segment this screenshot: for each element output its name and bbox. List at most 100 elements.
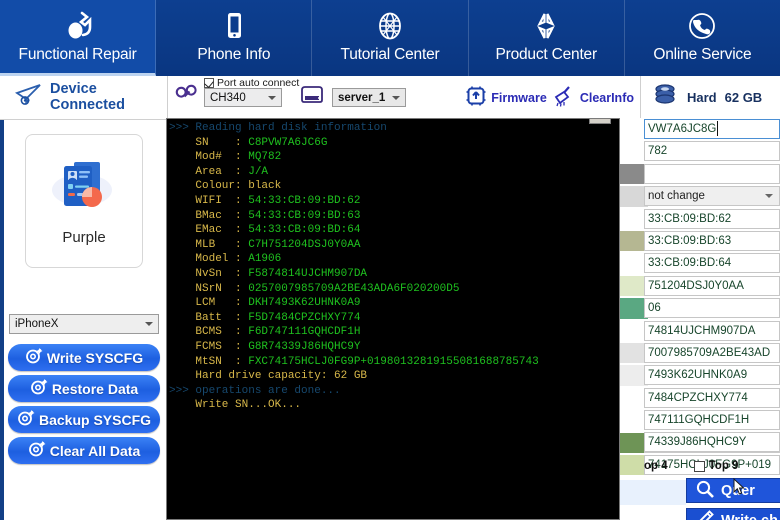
port-select-wrap[interactable]: CH340	[204, 88, 282, 108]
field-row	[644, 230, 780, 252]
console-line: Batt : F5D7484CPZCHXY774	[169, 311, 361, 324]
wrench-hand-icon	[63, 8, 93, 44]
firmware-button[interactable]: Firmware	[464, 84, 547, 111]
field-input[interactable]	[644, 119, 780, 139]
write-check-button-label: Write ch	[721, 513, 778, 520]
field-input[interactable]	[644, 365, 780, 386]
broom-icon	[551, 84, 577, 111]
field-row	[644, 387, 780, 409]
write-syscfg-button[interactable]: Write SYSCFG	[8, 344, 160, 371]
button-label: Backup SYSCFG	[38, 411, 152, 428]
tab-functional-repair[interactable]: Functional Repair	[0, 0, 157, 76]
toolbar-actions: Firmware ClearInfo	[464, 84, 640, 111]
field-row	[644, 118, 780, 140]
console-log: >>> Reading hard disk information SN : C…	[169, 121, 617, 517]
hard-disk-info: Hard 62 GB	[640, 75, 780, 120]
model-select[interactable]: iPhoneX	[9, 314, 159, 334]
console-line: Hard drive capacity: 62 GB	[169, 370, 368, 383]
globe-grid-icon	[374, 8, 406, 44]
id-card-chart-icon	[48, 156, 120, 223]
field-input[interactable]	[644, 410, 780, 431]
target-sparkle-icon	[28, 440, 46, 461]
tab-label: Phone Info	[197, 46, 271, 63]
server-drive-icon	[296, 82, 330, 113]
tab-tutorial-center[interactable]: Tutorial Center	[312, 0, 469, 76]
target-sparkle-icon	[17, 409, 35, 430]
field-row	[644, 409, 780, 431]
field-input[interactable]	[644, 253, 780, 274]
smartphone-icon	[219, 8, 249, 44]
left-sidebar: Purple iPhoneX Write SYSCFG Restore Data…	[0, 120, 168, 520]
port-controls: Port auto connect CH340 server_1	[168, 76, 464, 120]
backup-syscfg-button[interactable]: Backup SYSCFG	[8, 406, 160, 433]
write-check-button[interactable]: Write ch	[686, 508, 780, 520]
clearinfo-button[interactable]: ClearInfo	[551, 84, 634, 111]
console-line: NvSn : F5874814UJCHM907DA	[169, 267, 368, 280]
field-input[interactable]	[644, 432, 780, 453]
checkbox-icon[interactable]	[693, 460, 705, 472]
field-select[interactable]: not change	[644, 186, 780, 207]
tab-online-service[interactable]: Online Service	[625, 0, 780, 76]
console-line: NSrN : 0257007985709A2BE43ADA6F020200D5	[169, 282, 460, 295]
server-select[interactable]: server_1	[332, 88, 406, 108]
tab-label: Tutorial Center	[340, 46, 440, 63]
tab-label: Product Center	[495, 46, 597, 63]
row-highlight	[620, 480, 686, 505]
model-select-wrap[interactable]: iPhoneX	[9, 314, 159, 334]
console-line: BCMS : F6D747111GQHCDF1H	[169, 326, 361, 339]
hard-capacity: 62 GB	[724, 90, 763, 105]
field-input[interactable]	[644, 163, 780, 184]
firmware-label: Firmware	[491, 90, 547, 105]
field-input[interactable]	[644, 298, 780, 319]
console-line: MLB : C7H751204DSJ0Y0AA	[169, 238, 361, 251]
console-line: >>> operations are done...	[169, 384, 341, 397]
field-input[interactable]	[644, 208, 780, 229]
pencil-icon	[695, 509, 715, 520]
top9-checkbox-row[interactable]: Top 9	[693, 460, 738, 472]
field-input[interactable]	[644, 275, 780, 296]
field-input[interactable]	[644, 342, 780, 363]
field-row	[644, 364, 780, 386]
device-status-line2: Connected	[50, 96, 125, 113]
console-line: BMac : 54:33:CB:09:BD:63	[169, 209, 361, 222]
top4-label[interactable]: op 4	[644, 460, 668, 472]
restore-data-button[interactable]: Restore Data	[8, 375, 160, 402]
button-label: Write SYSCFG	[46, 349, 144, 366]
app-window: Functional Repair Phone Info Tutorial Ce…	[0, 0, 780, 520]
button-label: Clear All Data	[49, 442, 141, 459]
port-select[interactable]: CH340	[204, 88, 282, 108]
four-petal-icon	[530, 8, 562, 44]
main-tab-bar: Functional Repair Phone Info Tutorial Ce…	[0, 0, 780, 76]
server-select-wrap[interactable]: server_1	[332, 88, 406, 108]
field-input[interactable]	[644, 320, 780, 341]
divider	[644, 452, 780, 453]
field-input[interactable]	[644, 230, 780, 251]
device-status-text: Device Connected	[50, 82, 125, 113]
console-line: Mod# : MQ782	[169, 151, 282, 164]
console-line: Model : A1906	[169, 253, 282, 266]
console-line: Colour: black	[169, 180, 282, 193]
field-input[interactable]	[644, 141, 780, 162]
tab-product-center[interactable]: Product Center	[469, 0, 625, 76]
field-row	[644, 140, 780, 162]
device-card[interactable]: Purple	[25, 134, 143, 268]
paper-plane-target-icon	[14, 82, 44, 113]
field-input[interactable]	[644, 387, 780, 408]
right-sidebar: not change op 4 Top 9 Quer	[620, 118, 780, 520]
field-row	[644, 342, 780, 364]
console-line: LCM : DKH7493K62UHNK0A9	[169, 297, 361, 310]
field-row	[644, 163, 780, 185]
console-line: MtSN : FXC74175HCLJ0FG9P+019801328191550…	[169, 355, 539, 368]
target-sparkle-icon	[25, 347, 43, 368]
tab-phone-info[interactable]: Phone Info	[156, 0, 313, 76]
device-toolbar: Device Connected Port auto connect CH340…	[0, 75, 780, 120]
checkbox-icon[interactable]	[204, 77, 214, 88]
tab-label: Functional Repair	[18, 46, 137, 63]
chip-up-arrow-icon	[464, 84, 488, 111]
port-auto-connect-row[interactable]: Port auto connect	[204, 77, 299, 89]
field-row	[644, 431, 780, 453]
clear-all-data-button[interactable]: Clear All Data	[8, 437, 160, 464]
field-list: not change	[644, 118, 780, 476]
console-output-panel[interactable]: >>> Reading hard disk information SN : C…	[166, 118, 620, 520]
chain-link-icon[interactable]	[172, 82, 202, 113]
